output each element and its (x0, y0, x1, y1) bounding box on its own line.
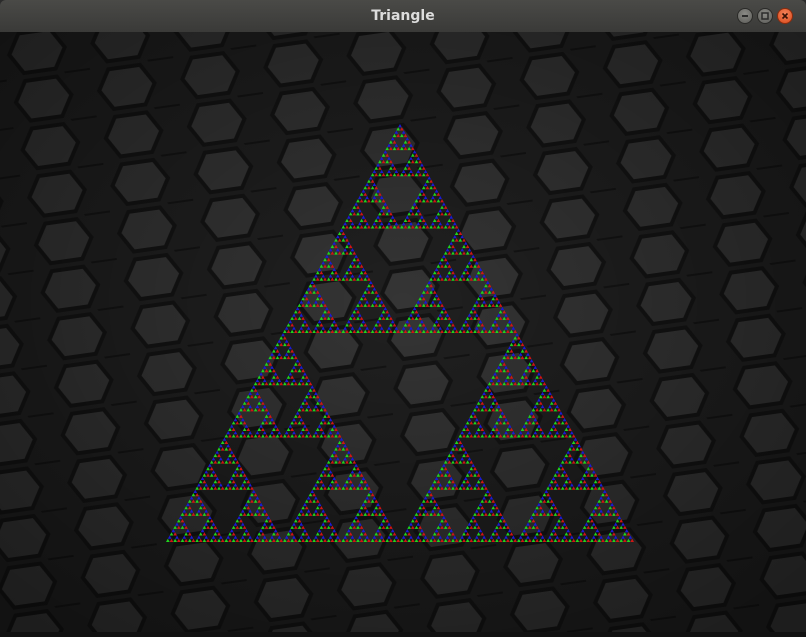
close-icon (781, 12, 789, 20)
maximize-button[interactable] (757, 8, 773, 24)
render-canvas[interactable] (0, 32, 806, 632)
maximize-icon (761, 12, 769, 20)
minimize-icon (742, 15, 748, 17)
window-bottom-edge (0, 632, 806, 637)
window-title: Triangle (371, 8, 435, 24)
app-window: Triangle (0, 0, 806, 637)
minimize-button[interactable] (737, 8, 753, 24)
scene-svg (0, 32, 806, 632)
title-bar[interactable]: Triangle (0, 0, 806, 33)
close-button[interactable] (777, 8, 793, 24)
